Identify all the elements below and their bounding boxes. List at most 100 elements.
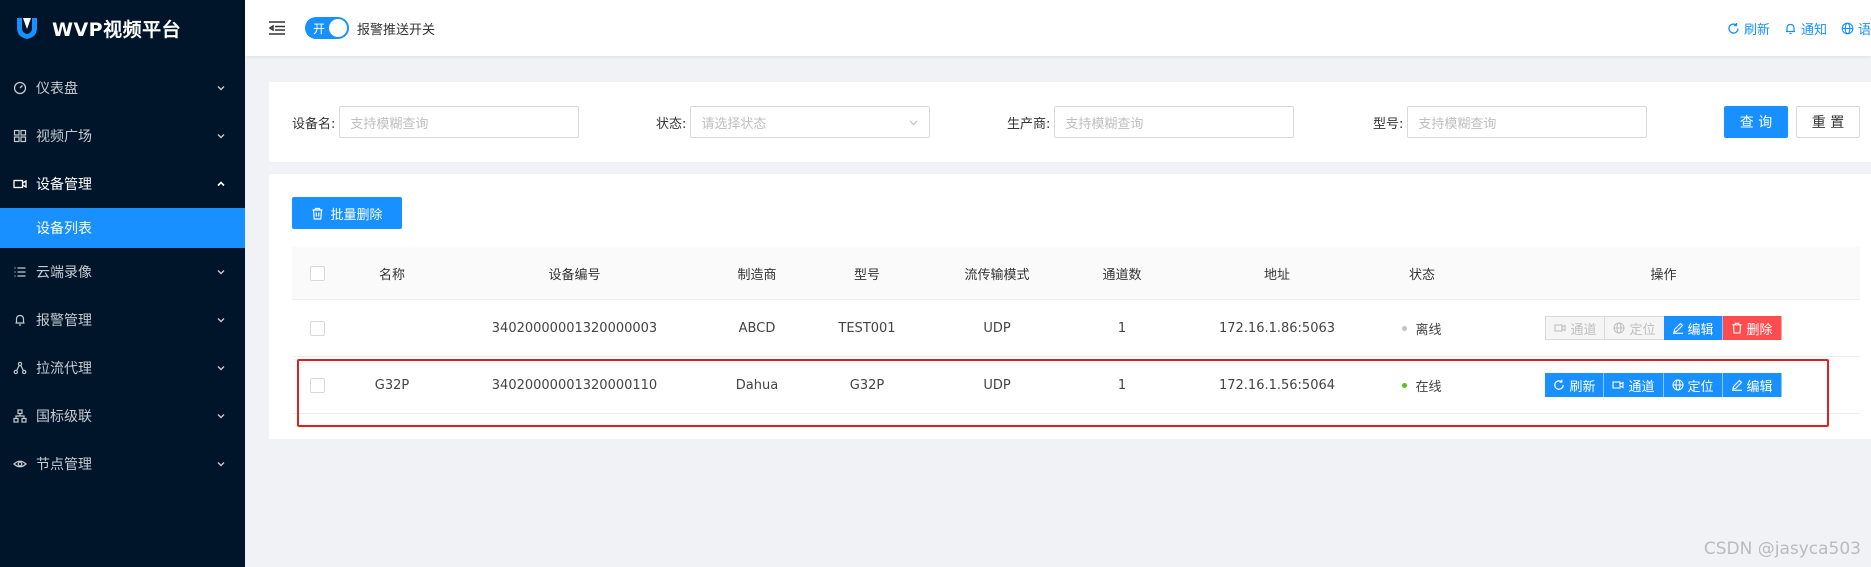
transport-cell: UDP bbox=[983, 377, 1011, 393]
header-select-all[interactable] bbox=[292, 247, 342, 299]
language-label: 语 bbox=[1857, 22, 1871, 38]
sidebar-item-stream-proxy[interactable]: 拉流代理 bbox=[0, 344, 245, 392]
share-icon bbox=[12, 360, 28, 376]
checkbox[interactable] bbox=[309, 320, 325, 336]
refresh-label: 刷新 bbox=[1743, 22, 1770, 38]
globe-icon bbox=[1672, 379, 1683, 391]
alarm-push-toggle[interactable]: 开 bbox=[305, 17, 349, 39]
channel-button[interactable]: 通道 bbox=[1604, 373, 1664, 397]
sidebar-item-label: 视频广场 bbox=[36, 129, 92, 145]
checkbox[interactable] bbox=[309, 265, 325, 281]
bell-icon bbox=[12, 312, 28, 328]
chevron-down-icon bbox=[217, 270, 225, 275]
actions-cell: 通道 定位 编辑 删除 bbox=[1467, 300, 1860, 356]
device-name-field: 设备名: 支持模糊查询 bbox=[292, 106, 580, 138]
camera-icon bbox=[1612, 381, 1625, 389]
alarm-push-label: 报警推送开关 bbox=[357, 22, 436, 38]
status-select[interactable]: 请选择状态 bbox=[690, 106, 931, 138]
batch-delete-button[interactable]: 批量删除 bbox=[292, 197, 402, 229]
sidebar-item-node-management[interactable]: 节点管理 bbox=[0, 440, 245, 488]
sidebar-item-label: 仪表盘 bbox=[36, 81, 78, 97]
watermark: CSDN @jasyca503 bbox=[1703, 539, 1861, 559]
refresh-icon bbox=[1728, 22, 1739, 34]
table-row: G32P 34020000001320000110 Dahua G32P UDP… bbox=[292, 357, 1860, 414]
model-input[interactable]: 支持模糊查询 bbox=[1407, 106, 1648, 138]
checkbox[interactable] bbox=[309, 377, 325, 393]
reset-button[interactable]: 重 置 bbox=[1796, 106, 1860, 138]
cluster-icon bbox=[12, 408, 28, 424]
edit-button[interactable]: 编辑 bbox=[1722, 373, 1782, 397]
edit-icon bbox=[1731, 379, 1742, 391]
address-cell: 172.16.1.86:5063 bbox=[1218, 320, 1336, 336]
refresh-label: 刷新 bbox=[1569, 379, 1596, 395]
manufacturer-input[interactable]: 支持模糊查询 bbox=[1054, 106, 1295, 138]
chevron-down-icon bbox=[909, 120, 918, 126]
status-label: 状态: bbox=[656, 116, 687, 132]
chevron-up-icon bbox=[217, 181, 225, 187]
app-title: WVP视频平台 bbox=[52, 18, 182, 41]
locate-label: 定位 bbox=[1629, 322, 1656, 338]
locate-label: 定位 bbox=[1687, 379, 1714, 395]
refresh-link[interactable]: 刷新 bbox=[1727, 19, 1770, 38]
device-table-panel: 批量删除 名称 设备编号 制造商 型号 流传输模式 通道数 地址 状态 操作 3… bbox=[269, 174, 1871, 439]
chevron-down-icon bbox=[217, 462, 225, 467]
actions-cell: 刷新 通道 定位 编辑 bbox=[1467, 357, 1860, 413]
sidebar-item-national-cascade[interactable]: 国标级联 bbox=[0, 392, 245, 440]
device-id-cell: 34020000001320000003 bbox=[491, 320, 658, 336]
camera-icon bbox=[12, 176, 28, 192]
chevron-down-icon bbox=[217, 414, 225, 419]
edit-button[interactable]: 编辑 bbox=[1663, 316, 1723, 340]
edit-label: 编辑 bbox=[1746, 379, 1773, 395]
sidebar-subitem-device-list[interactable]: 设备列表 bbox=[0, 208, 245, 248]
channel-count-cell: 1 bbox=[1117, 377, 1127, 393]
dashboard-icon bbox=[12, 80, 28, 96]
sidebar-item-label: 拉流代理 bbox=[36, 361, 92, 377]
status-text: 在线 bbox=[1415, 379, 1442, 395]
transport-cell: UDP bbox=[983, 320, 1011, 336]
column-header: 型号 bbox=[853, 267, 880, 283]
logo-icon bbox=[17, 18, 37, 39]
notice-link[interactable]: 通知 bbox=[1784, 19, 1827, 38]
status-cell: 在线 bbox=[1377, 357, 1467, 413]
channel-button[interactable]: 通道 bbox=[1545, 316, 1605, 340]
device-name-input[interactable]: 支持模糊查询 bbox=[339, 106, 580, 138]
sidebar-item-alarm-management[interactable]: 报警管理 bbox=[0, 296, 245, 344]
delete-button[interactable]: 删除 bbox=[1722, 316, 1782, 340]
model-label: 型号: bbox=[1373, 116, 1404, 132]
batch-delete-label: 批量删除 bbox=[330, 207, 383, 223]
locate-button[interactable]: 定位 bbox=[1663, 373, 1723, 397]
refresh-icon bbox=[1554, 379, 1565, 390]
sidebar-item-device-management[interactable]: 设备管理 bbox=[0, 160, 245, 208]
sidebar-item-cloud-recording[interactable]: 云端录像 bbox=[0, 248, 245, 296]
row-select[interactable] bbox=[292, 300, 342, 356]
device-name-placeholder: 支持模糊查询 bbox=[350, 116, 429, 132]
device-table: 名称 设备编号 制造商 型号 流传输模式 通道数 地址 状态 操作 340200… bbox=[292, 247, 1860, 414]
list-icon bbox=[12, 264, 28, 280]
status-dot bbox=[1402, 325, 1408, 331]
sidebar-item-dashboard[interactable]: 仪表盘 bbox=[0, 64, 245, 112]
manufacturer-cell: Dahua bbox=[735, 377, 779, 393]
status-field: 状态: 请选择状态 bbox=[656, 106, 931, 138]
globe-icon bbox=[1841, 22, 1854, 34]
menu-fold-icon[interactable] bbox=[267, 18, 287, 38]
bell-icon bbox=[1785, 23, 1795, 34]
action-button-group: 通道 定位 编辑 删除 bbox=[1545, 316, 1782, 340]
sidebar-item-video-square[interactable]: 视频广场 bbox=[0, 112, 245, 160]
channel-label: 通道 bbox=[1570, 322, 1597, 338]
column-header: 流传输模式 bbox=[964, 267, 1030, 283]
device-name-label: 设备名: bbox=[292, 116, 336, 132]
model-placeholder: 支持模糊查询 bbox=[1418, 116, 1497, 132]
sidebar-item-label: 报警管理 bbox=[36, 313, 92, 329]
manufacturer-cell: ABCD bbox=[738, 320, 776, 336]
query-button[interactable]: 查 询 bbox=[1724, 106, 1788, 138]
row-select[interactable] bbox=[292, 357, 342, 413]
language-link[interactable]: 语 bbox=[1841, 19, 1871, 38]
channel-label: 通道 bbox=[1628, 379, 1655, 395]
refresh-button[interactable]: 刷新 bbox=[1545, 373, 1605, 397]
logo[interactable]: WVP视频平台 bbox=[0, 0, 245, 56]
status-dot bbox=[1402, 382, 1408, 388]
model-cell: G32P bbox=[849, 377, 885, 393]
status-placeholder: 请选择状态 bbox=[701, 116, 767, 132]
model-field: 型号: 支持模糊查询 bbox=[1373, 106, 1648, 138]
locate-button[interactable]: 定位 bbox=[1604, 316, 1664, 340]
